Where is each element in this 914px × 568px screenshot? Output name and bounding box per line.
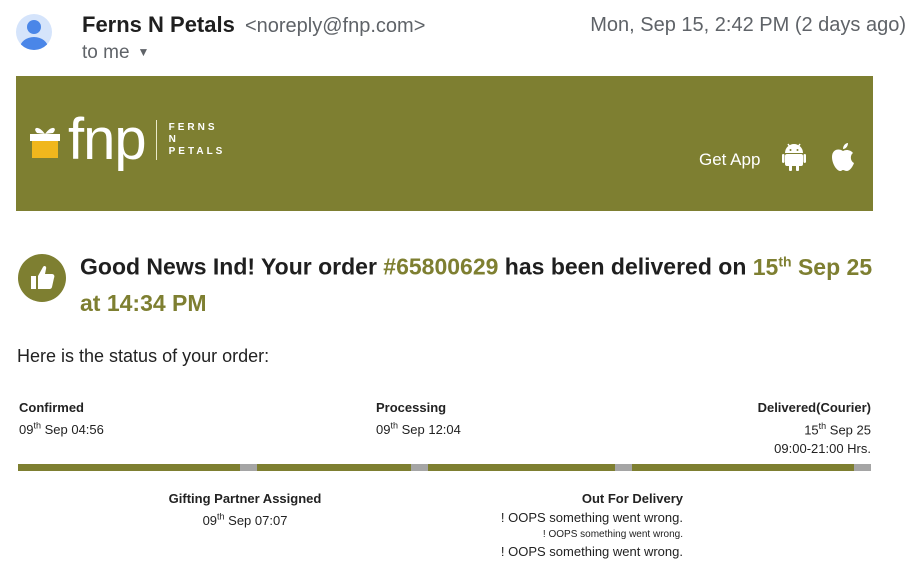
error-message: ! OOPS something went wrong. xyxy=(542,529,683,540)
error-message: ! OOPS something went wrong. xyxy=(500,510,683,525)
progress-gap xyxy=(615,464,632,471)
person-icon xyxy=(20,20,48,50)
delivery-day-suffix: th xyxy=(778,253,792,269)
logo-sub-line-1: FERNS xyxy=(168,122,218,133)
step-day: 09 xyxy=(376,422,391,438)
step-day: 09 xyxy=(19,422,34,438)
sender-line: Ferns N Petals <noreply@fnp.com> xyxy=(82,12,425,38)
order-number[interactable]: #65800629 xyxy=(383,254,498,280)
delivery-headline: Good News Ind! Your order #65800629 has … xyxy=(80,243,880,321)
step-confirmed: Confirmed 09th Sep 04:56 xyxy=(19,400,104,437)
step-day-suffix: th xyxy=(33,421,41,431)
step-date: 15th Sep 25 xyxy=(758,421,871,437)
android-icon[interactable] xyxy=(782,142,806,177)
logo-subtitle: FERNS N PETALS xyxy=(169,122,226,158)
sender-name[interactable]: Ferns N Petals xyxy=(82,12,235,37)
progress-segment xyxy=(428,464,615,471)
progress-segment xyxy=(632,464,854,471)
step-title: Gifting Partner Assigned xyxy=(168,491,322,506)
step-time: Sep 07:07 xyxy=(224,513,288,529)
recipient-label: to me xyxy=(82,42,130,63)
logo-wordmark: fnp xyxy=(68,107,147,172)
status-intro: Here is the status of your order: xyxy=(17,346,270,366)
step-title: Delivered(Courier) xyxy=(757,400,871,415)
chevron-down-icon[interactable]: ▼ xyxy=(138,45,150,59)
step-date: 09th Sep 12:04 xyxy=(376,421,461,438)
step-date: 09th Sep 07:07 xyxy=(202,512,288,529)
step-time: Sep 25 xyxy=(826,422,871,438)
thumbs-up-icon xyxy=(18,254,66,302)
step-title: Out For Delivery xyxy=(581,491,683,506)
step-delivered: Delivered(Courier) 15th Sep 25 09:00-21:… xyxy=(758,400,871,456)
step-time: Sep 04:56 xyxy=(40,422,104,438)
delivery-window: 09:00-21:00 Hrs. xyxy=(774,441,871,457)
progress-track xyxy=(18,464,871,471)
step-gifting-partner: Gifting Partner Assigned 09th Sep 07:07 xyxy=(160,491,330,528)
headline-text-1: Good News Ind! Your order xyxy=(80,253,384,280)
logo-divider xyxy=(155,120,157,160)
step-date: 09th Sep 04:56 xyxy=(19,421,104,438)
recipient-line: to me ▼ xyxy=(82,42,149,64)
step-processing: Processing 09th Sep 12:04 xyxy=(376,400,461,437)
logo-sub-line-2: N xyxy=(168,134,179,145)
fnp-logo[interactable]: fnp FERNS N PETALS xyxy=(28,110,225,170)
logo-sub-line-3: PETALS xyxy=(168,146,226,157)
gift-icon xyxy=(30,127,60,158)
headline-text-2: has been delivered on xyxy=(498,253,753,280)
step-day-suffix: th xyxy=(390,421,398,431)
progress-gap xyxy=(240,464,257,471)
progress-segment xyxy=(18,464,240,471)
step-title: Processing xyxy=(376,400,447,415)
sender-email: <noreply@fnp.com> xyxy=(244,15,426,37)
progress-gap xyxy=(854,464,871,471)
brand-banner: fnp FERNS N PETALS Get App xyxy=(16,76,873,211)
step-time: Sep 12:04 xyxy=(397,422,461,438)
apple-icon[interactable] xyxy=(830,142,856,177)
get-app-link[interactable]: Get App xyxy=(699,150,760,170)
step-day: 09 xyxy=(202,513,218,529)
delivery-day: 15 xyxy=(752,253,779,280)
step-title: Confirmed xyxy=(19,400,84,415)
step-day-suffix: th xyxy=(217,512,225,522)
progress-segment xyxy=(257,464,411,471)
step-out-for-delivery: Out For Delivery ! OOPS something went w… xyxy=(483,491,683,559)
progress-gap xyxy=(411,464,428,471)
sender-avatar[interactable] xyxy=(16,14,52,50)
error-message: ! OOPS something went wrong. xyxy=(500,544,683,559)
email-date: Mon, Sep 15, 2:42 PM (2 days ago) xyxy=(590,14,906,36)
step-day: 15 xyxy=(804,422,819,438)
